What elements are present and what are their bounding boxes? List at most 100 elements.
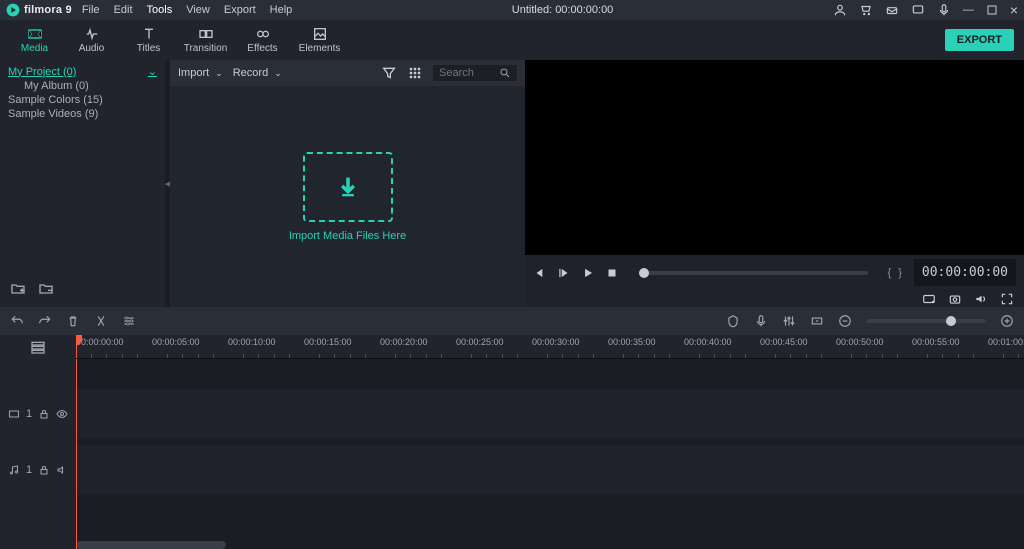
video-track-lane[interactable] bbox=[76, 389, 1024, 439]
voiceover-icon[interactable] bbox=[754, 314, 768, 328]
chevron-down-icon: ⌄ bbox=[215, 68, 223, 79]
prev-frame-button[interactable] bbox=[533, 266, 547, 280]
media-toolbar: Import⌄ Record⌄ bbox=[170, 60, 525, 86]
undo-button[interactable] bbox=[10, 314, 24, 328]
minimize-button[interactable]: — bbox=[963, 4, 974, 16]
redo-button[interactable] bbox=[38, 314, 52, 328]
cart-icon[interactable] bbox=[859, 3, 873, 17]
tab-transition[interactable]: Transition bbox=[177, 26, 234, 54]
effects-icon bbox=[255, 26, 271, 42]
download-arrow-icon bbox=[334, 173, 362, 201]
preview-timecode: 00:00:00:00 bbox=[914, 259, 1016, 286]
video-track-header[interactable]: 1 bbox=[0, 389, 76, 439]
delete-folder-icon[interactable] bbox=[38, 281, 54, 297]
chevron-down-icon: ⌄ bbox=[274, 68, 282, 79]
quality-icon[interactable] bbox=[922, 292, 936, 306]
new-folder-icon[interactable] bbox=[10, 281, 26, 297]
logo-icon bbox=[6, 3, 20, 17]
marker-icon[interactable] bbox=[726, 314, 740, 328]
menu-edit[interactable]: Edit bbox=[114, 4, 133, 16]
zoom-in-button[interactable] bbox=[1000, 314, 1014, 328]
lock-icon[interactable] bbox=[38, 408, 50, 420]
volume-icon[interactable] bbox=[974, 292, 988, 306]
timeline-playhead[interactable] bbox=[76, 359, 77, 549]
ruler-tick: 00:00:35:00 bbox=[608, 337, 656, 347]
sidebar-item-album[interactable]: My Album (0) bbox=[0, 79, 165, 93]
filter-icon[interactable] bbox=[381, 65, 397, 81]
search-field[interactable] bbox=[433, 65, 517, 81]
record-dropdown[interactable]: Record⌄ bbox=[233, 67, 282, 79]
settings-lines-icon[interactable] bbox=[122, 314, 136, 328]
account-icon[interactable] bbox=[833, 3, 847, 17]
menu-file[interactable]: File bbox=[82, 4, 100, 16]
tab-audio[interactable]: Audio bbox=[63, 26, 120, 54]
menu-export[interactable]: Export bbox=[224, 4, 256, 16]
document-title: Untitled: 00:00:00:00 bbox=[292, 4, 833, 16]
preview-scrubber[interactable] bbox=[639, 271, 868, 275]
zoom-slider[interactable] bbox=[866, 319, 986, 323]
eye-icon[interactable] bbox=[56, 408, 68, 420]
audio-mixer-icon[interactable] bbox=[782, 314, 796, 328]
cloud-icon[interactable] bbox=[885, 3, 899, 17]
timeline-body[interactable] bbox=[76, 359, 1024, 549]
tab-titles[interactable]: Titles bbox=[120, 26, 177, 54]
transition-icon bbox=[198, 26, 214, 42]
export-button[interactable]: EXPORT bbox=[945, 29, 1014, 51]
audio-icon bbox=[84, 26, 100, 42]
menu-help[interactable]: Help bbox=[270, 4, 293, 16]
sidebar-item-project[interactable]: My Project (0) ⌄ bbox=[0, 64, 165, 79]
stop-button[interactable] bbox=[605, 266, 619, 280]
titles-icon bbox=[141, 26, 157, 42]
audio-track-lane[interactable] bbox=[76, 445, 1024, 495]
close-button[interactable]: × bbox=[1010, 2, 1018, 18]
mute-icon[interactable] bbox=[56, 464, 68, 476]
dropzone-folder-icon bbox=[303, 152, 393, 222]
mic-icon[interactable] bbox=[937, 3, 951, 17]
snapshot-icon[interactable] bbox=[948, 292, 962, 306]
menu-tools[interactable]: Tools bbox=[147, 4, 173, 16]
media-sidebar: My Project (0) ⌄ My Album (0) Sample Col… bbox=[0, 60, 165, 307]
media-panel: Import⌄ Record⌄ Import Media Files Here bbox=[170, 60, 525, 307]
import-dropzone[interactable]: Import Media Files Here bbox=[170, 86, 525, 307]
timeline-ruler-row: 00:00:00:0000:00:05:0000:00:10:0000:00:1… bbox=[0, 335, 1024, 359]
play-button[interactable] bbox=[581, 266, 595, 280]
ruler-tick: 00:00:45:00 bbox=[760, 337, 808, 347]
track-manager-icon[interactable] bbox=[30, 339, 46, 355]
maximize-button[interactable] bbox=[986, 4, 998, 16]
menubar: filmora 9 FileEditToolsViewExportHelp Un… bbox=[0, 0, 1024, 20]
module-tabs: MediaAudioTitlesTransitionEffectsElement… bbox=[0, 20, 1024, 60]
step-frame-button[interactable] bbox=[557, 266, 571, 280]
preview-canvas[interactable] bbox=[525, 60, 1024, 255]
tab-effects[interactable]: Effects bbox=[234, 26, 291, 54]
ruler-tick: 00:00:05:00 bbox=[152, 337, 200, 347]
message-icon[interactable] bbox=[911, 3, 925, 17]
ruler-tick: 00:00:40:00 bbox=[684, 337, 732, 347]
split-button[interactable] bbox=[94, 314, 108, 328]
ruler-tick: 00:00:55:00 bbox=[912, 337, 960, 347]
ruler-tick: 00:00:30:00 bbox=[532, 337, 580, 347]
fullscreen-icon[interactable] bbox=[1000, 292, 1014, 306]
tab-elements[interactable]: Elements bbox=[291, 26, 348, 54]
search-input[interactable] bbox=[439, 67, 499, 79]
video-track-icon bbox=[8, 408, 20, 420]
menu-items: File Edit Tools View Export Help bbox=[82, 4, 292, 16]
sidebar-item-sample-colors[interactable]: Sample Colors (15) bbox=[0, 93, 165, 107]
import-dropdown[interactable]: Import⌄ bbox=[178, 67, 223, 79]
horizontal-scrollbar[interactable] bbox=[76, 541, 226, 549]
sidebar-item-sample-videos[interactable]: Sample Videos (9) bbox=[0, 107, 165, 121]
menu-view[interactable]: View bbox=[186, 4, 210, 16]
delete-button[interactable] bbox=[66, 314, 80, 328]
grid-view-icon[interactable] bbox=[407, 65, 423, 81]
ruler-tick: 00:00:00:00 bbox=[76, 337, 124, 347]
lock-icon[interactable] bbox=[38, 464, 50, 476]
zoom-out-button[interactable] bbox=[838, 314, 852, 328]
chevron-down-icon: ⌄ bbox=[148, 65, 157, 78]
tab-media[interactable]: Media bbox=[6, 26, 63, 54]
search-icon bbox=[499, 67, 511, 79]
render-icon[interactable] bbox=[810, 314, 824, 328]
audio-track-header[interactable]: 1 bbox=[0, 445, 76, 495]
timeline-toolbar bbox=[0, 307, 1024, 335]
ruler-tick: 00:00:20:00 bbox=[380, 337, 428, 347]
timeline-ruler[interactable]: 00:00:00:0000:00:05:0000:00:10:0000:00:1… bbox=[76, 335, 1024, 359]
range-brackets[interactable]: { } bbox=[888, 267, 904, 279]
